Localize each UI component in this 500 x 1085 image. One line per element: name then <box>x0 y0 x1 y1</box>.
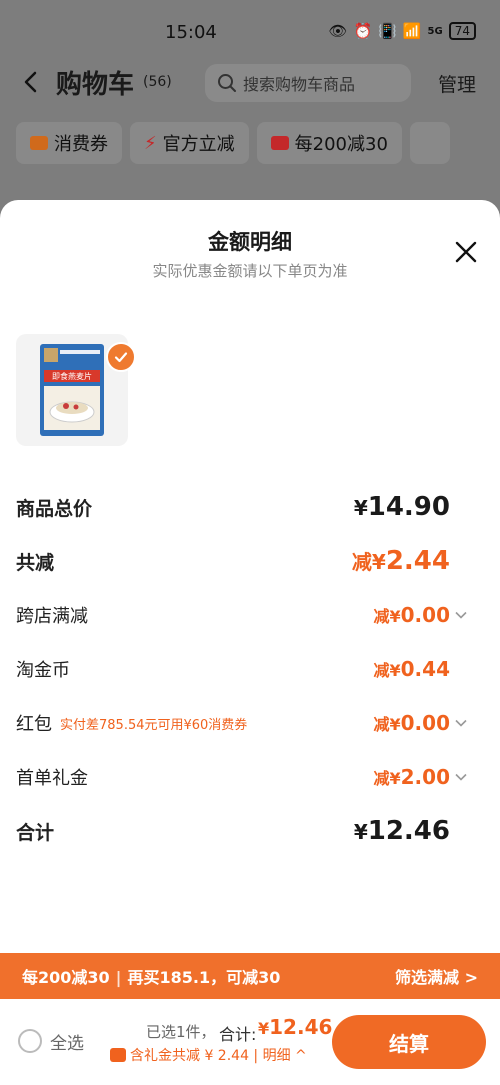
vibrate-icon: 📳 <box>378 22 397 40</box>
row-label: 合计 <box>16 821 55 844</box>
total-label: 合计: <box>219 1025 257 1044</box>
select-all-radio[interactable] <box>18 1029 42 1053</box>
manage-button[interactable]: 管理 <box>438 70 476 97</box>
row-value: 减¥0.00 <box>374 603 469 627</box>
saving-detail-toggle[interactable]: 含礼金共减 ¥ 2.44 | 明细 ^ <box>110 1045 307 1065</box>
eye-icon: 👁 <box>328 22 348 40</box>
promo-rule: 每200减30 <box>22 968 110 987</box>
chip-full-reduction[interactable]: 每200减30 <box>256 122 402 164</box>
network-label: 5G <box>427 25 443 37</box>
gift-icon <box>270 136 289 150</box>
amount-sum: ¥12.46 <box>353 816 450 846</box>
status-time: 15:04 <box>165 22 217 43</box>
amount-total-price: ¥14.90 <box>353 492 450 522</box>
sheet-subtitle: 实际优惠金额请以下单页为准 <box>152 262 348 280</box>
row-value: ¥14.90 <box>354 492 468 522</box>
sheet-title: 金额明细 <box>208 230 292 254</box>
chip-coupon[interactable]: 消费券 <box>16 122 122 164</box>
row-label: 共减 <box>16 551 55 574</box>
chip-label: 官方立减 <box>162 134 235 155</box>
selected-check-icon <box>106 342 136 372</box>
row-value: 减¥2.44 <box>352 546 468 576</box>
chevron-down-icon <box>455 611 467 619</box>
cart-header: 购物车 (56) 搜索购物车商品 管理 <box>0 60 500 106</box>
row-total-price: 商品总价 ¥14.90 <box>16 492 468 522</box>
promo-info: 每200减30 | 再买185.1，可减30 <box>22 964 280 988</box>
search-icon <box>218 74 236 92</box>
row-value: ¥12.46 <box>354 816 468 846</box>
row-label: 跨店满减 <box>16 606 88 627</box>
promo-hint: 再买185.1，可减30 <box>127 968 281 987</box>
amount-first-order: 减¥2.00 <box>373 765 451 789</box>
status-bar: 15:04 👁 ⏰ 📳 📶 5G 74 <box>0 0 500 64</box>
filter-chips: 消费券 ⚡ 官方立减 每200减30 <box>16 122 450 164</box>
chevron-down-icon <box>455 719 467 727</box>
cart-count: (56) <box>143 74 172 90</box>
checkout-button[interactable]: 结算 <box>332 1015 486 1069</box>
amount-cross-store: 减¥0.00 <box>373 603 451 627</box>
filter-promo-link[interactable]: 筛选满减 > <box>395 964 478 988</box>
oatmeal-product-image: 即食燕麦片 <box>40 344 104 436</box>
gift-icon <box>110 1048 126 1062</box>
row-total-discount: 共减 减¥2.44 <box>16 546 468 576</box>
checkout-bar: 全选 已选1件， 合计: ¥12.46 含礼金共减 ¥ 2.44 | 明细 ^ … <box>0 999 500 1085</box>
row-value: 减¥0.00 <box>374 711 469 735</box>
chevron-down-icon <box>455 773 467 781</box>
row-value: 减¥2.00 <box>374 765 469 789</box>
battery-icon: 74 <box>448 22 476 40</box>
amount-total-discount: 减¥2.44 <box>351 546 450 576</box>
redpacket-note: 实付差785.54元可用¥60消费券 <box>60 717 248 733</box>
chip-label: 每200减30 <box>294 134 388 155</box>
status-icons: 👁 ⏰ 📳 📶 5G 74 <box>328 22 476 40</box>
coupon-icon <box>30 136 48 150</box>
row-label: 淘金币 <box>16 660 70 681</box>
chip-official-discount[interactable]: ⚡ 官方立减 <box>130 122 249 164</box>
row-sum: 合计 ¥12.46 <box>16 816 468 846</box>
product-package-text: 即食燕麦片 <box>52 371 92 381</box>
amount-taojinbi: 减¥0.44 <box>373 657 451 681</box>
selected-count: 已选1件， <box>146 1023 216 1041</box>
row-value: 减¥0.44 <box>374 657 469 681</box>
page-title: 购物车 <box>56 70 135 100</box>
row-label: 商品总价 <box>16 497 93 520</box>
row-first-order[interactable]: 首单礼金 减¥2.00 <box>16 764 468 790</box>
row-cross-store[interactable]: 跨店满减 减¥0.00 <box>16 602 468 628</box>
product-thumbnail[interactable]: 即食燕麦片 <box>16 334 136 446</box>
total-amount: ¥12.46 <box>258 1015 333 1039</box>
alarm-icon: ⏰ <box>353 22 373 40</box>
select-all-label[interactable]: 全选 <box>50 1029 84 1054</box>
lightning-icon: ⚡ <box>144 132 157 154</box>
search-input[interactable]: 搜索购物车商品 <box>205 64 411 102</box>
row-taojinbi: 淘金币 减¥0.44 <box>16 656 468 682</box>
row-label: 红包 实付差785.54元可用¥60消费券 <box>16 710 247 736</box>
back-icon[interactable] <box>18 68 46 96</box>
search-placeholder: 搜索购物车商品 <box>243 75 356 94</box>
promo-separator: | <box>115 968 122 987</box>
saving-text: 含礼金共减 ¥ 2.44 | 明细 ^ <box>130 1048 307 1064</box>
chip-more[interactable] <box>409 122 450 164</box>
promo-bar[interactable]: 每200减30 | 再买185.1，可减30 筛选满减 > <box>0 953 500 999</box>
row-redpacket[interactable]: 红包 实付差785.54元可用¥60消费券 减¥0.00 <box>16 710 468 736</box>
close-icon[interactable] <box>452 238 480 266</box>
amount-redpacket: 减¥0.00 <box>373 711 451 735</box>
amount-detail-sheet: 金额明细 实际优惠金额请以下单页为准 即食燕麦片 商品总价 ¥14.90 共减 <box>0 200 500 960</box>
wifi-icon: 📶 <box>402 22 422 40</box>
chip-label: 消费券 <box>54 134 108 155</box>
redpacket-label: 红包 <box>16 714 52 735</box>
row-label: 首单礼金 <box>16 768 88 789</box>
